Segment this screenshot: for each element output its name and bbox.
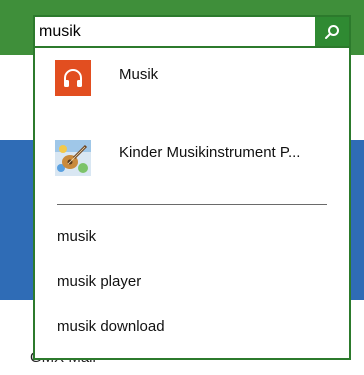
headphones-icon [55,60,91,96]
search-box [33,15,351,48]
search-button[interactable] [315,17,349,46]
app-suggestion-musik[interactable]: Musik [35,48,349,110]
suggestion-item[interactable]: musik [35,217,349,257]
app-name: Kinder Musikinstrument P... [119,144,301,161]
search-input[interactable] [39,17,307,46]
suggestion-item[interactable]: musik download [35,307,349,347]
suggestion-item[interactable]: musik player [35,262,349,302]
app-name: Musik [119,66,159,83]
guitar-icon [55,140,91,176]
search-suggestions-dropdown: Musik Kinder Musikinstrument P... musik … [33,48,351,360]
suggestion-text: musik download [57,318,165,335]
search-icon [325,24,339,39]
suggestion-text: musik [57,228,97,245]
divider [57,204,327,205]
suggestion-text: musik player [57,273,142,290]
app-suggestion-kinder-musikinstrument[interactable]: Kinder Musikinstrument P... [35,128,349,190]
